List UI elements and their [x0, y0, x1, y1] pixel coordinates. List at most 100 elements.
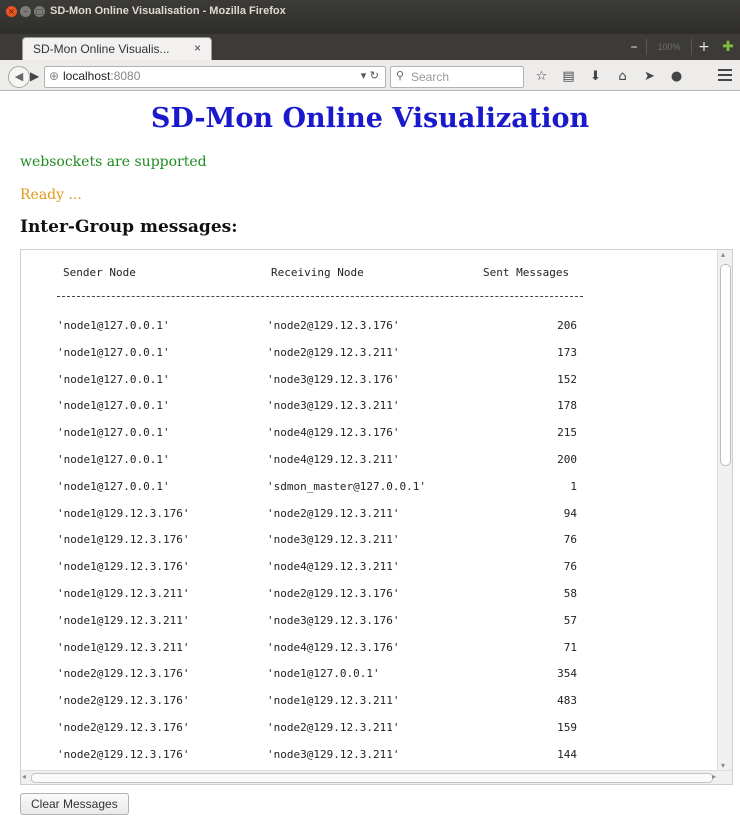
sent-count: 483 [557, 694, 577, 708]
reload-icon[interactable]: ▾ ↻ [361, 69, 379, 82]
header-sender: Sender Node [63, 266, 136, 279]
sender-node: 'node1@129.12.3.211' [57, 613, 190, 627]
search-bar[interactable]: ⚲ Search [390, 66, 524, 88]
sender-node: 'node1@129.12.3.176' [57, 506, 190, 520]
message-row: 'node1@129.12.3.211' 'node3@129.12.3.176'… [21, 614, 715, 632]
browser-tab[interactable]: SD-Mon Online Visualis... × [22, 37, 212, 60]
receiving-node: 'node2@129.12.3.211' [267, 721, 400, 734]
home-icon[interactable]: ⌂ [609, 69, 636, 84]
sent-count: 144 [557, 747, 577, 761]
sender-node: 'node1@127.0.0.1' [57, 426, 170, 440]
receiving-node: 'node3@129.12.3.211' [267, 747, 400, 761]
message-row: 'node2@129.12.3.176' 'node1@127.0.0.1' 354 [21, 667, 715, 685]
window-controls: × – □ [6, 6, 45, 17]
bookmark-star-icon[interactable]: ☆ [528, 69, 555, 84]
pocket-send-icon[interactable]: ➤ [636, 69, 663, 84]
tab-label: SD-Mon Online Visualis... [33, 42, 170, 56]
sender-node: 'node1@129.12.3.211' [57, 587, 190, 600]
sent-count: 94 [563, 506, 577, 520]
messages-textarea[interactable]: Sender Node Receiving Node Sent Messages… [20, 249, 733, 785]
sent-count: 71 [563, 640, 577, 654]
vertical-scroll-thumb[interactable] [720, 264, 731, 466]
receiving-node: 'node2@129.12.3.176' [267, 319, 400, 332]
receiving-node: 'sdmon_master@127.0.0.1' [267, 479, 426, 493]
hamburger-menu-icon[interactable] [718, 69, 732, 81]
receiving-node: 'node1@129.12.3.211' [267, 694, 400, 708]
window-minimize-icon[interactable]: – [20, 6, 31, 17]
sender-node: 'node1@127.0.0.1' [57, 453, 170, 466]
header-separator [57, 296, 583, 297]
site-identity-icon[interactable]: ⊕ [49, 69, 59, 83]
header-receiver: Receiving Node [271, 266, 364, 279]
message-row: 'node1@127.0.0.1' 'node2@129.12.3.211' 173 [21, 346, 715, 364]
sent-count: 159 [557, 721, 577, 734]
sender-node: 'node1@129.12.3.211' [57, 640, 190, 654]
message-row: 'node2@129.12.3.176' 'node1@129.12.3.211'… [21, 694, 715, 712]
sender-node: 'node1@127.0.0.1' [57, 345, 170, 359]
sent-count: 1 [570, 479, 577, 493]
url-host: localhost [63, 69, 111, 83]
page-title: SD-Mon Online Visualization [150, 103, 590, 134]
receiving-node: 'node3@129.12.3.211' [267, 399, 400, 413]
window-title: SD-Mon Online Visualisation - Mozilla Fi… [50, 5, 286, 17]
zoom-in-icon[interactable]: + [692, 39, 716, 55]
scroll-up-icon[interactable]: ▴ [721, 250, 725, 259]
receiving-node: 'node3@129.12.3.211' [267, 533, 400, 547]
zoom-out-icon[interactable]: – [622, 39, 646, 55]
window-maximize-icon[interactable]: □ [34, 6, 45, 17]
back-arrow-icon[interactable]: ◀ [8, 66, 30, 88]
message-row: 'node1@129.12.3.211' 'node2@129.12.3.176'… [21, 587, 715, 605]
sender-node: 'node1@129.12.3.176' [57, 560, 190, 574]
message-row: 'node2@129.12.3.176' 'node3@129.12.3.211'… [21, 748, 715, 766]
receiving-node: 'node4@129.12.3.176' [267, 640, 400, 654]
addon-puzzle-icon[interactable]: ✚ [716, 39, 740, 55]
sender-node: 'node2@129.12.3.176' [57, 721, 190, 734]
scroll-left-icon[interactable]: ◂ [22, 772, 26, 781]
window-titlebar: × – □ SD-Mon Online Visualisation - Mozi… [0, 0, 740, 34]
message-row: 'node1@129.12.3.176' 'node3@129.12.3.211'… [21, 533, 715, 551]
clear-messages-button[interactable]: Clear Messages [20, 793, 129, 815]
vertical-scrollbar[interactable]: ▴ ▾ [717, 250, 732, 770]
message-row: 'node1@127.0.0.1' 'node2@129.12.3.176' 206 [21, 319, 715, 337]
window-close-icon[interactable]: × [6, 6, 17, 17]
search-icon: ⚲ [396, 69, 405, 82]
scroll-down-icon[interactable]: ▾ [721, 761, 725, 770]
sent-count: 76 [563, 560, 577, 574]
horizontal-scrollbar[interactable]: ◂ ▸ [21, 770, 732, 784]
sent-count: 57 [563, 613, 577, 627]
sent-count: 200 [557, 453, 577, 466]
sent-count: 178 [557, 399, 577, 413]
horizontal-scroll-thumb[interactable] [31, 773, 713, 783]
tab-close-icon[interactable]: × [194, 41, 201, 55]
sent-count: 354 [557, 667, 577, 681]
message-row: 'node1@127.0.0.1' 'node4@129.12.3.211' 200 [21, 453, 715, 471]
sent-count: 76 [563, 533, 577, 547]
forward-arrow-icon[interactable]: ▶ [30, 68, 44, 84]
receiving-node: 'node1@127.0.0.1' [267, 667, 380, 681]
receiving-node: 'node2@129.12.3.211' [267, 345, 400, 359]
sender-node: 'node1@127.0.0.1' [57, 372, 170, 386]
receiving-node: 'node4@129.12.3.176' [267, 426, 400, 440]
url-text[interactable]: localhost:8080 [63, 69, 140, 83]
message-row: 'node1@127.0.0.1' 'node3@129.12.3.176' 152 [21, 373, 715, 391]
receiving-node: 'node4@129.12.3.211' [267, 560, 400, 574]
sender-node: 'node2@129.12.3.176' [57, 667, 190, 681]
chat-icon[interactable]: ● [663, 69, 690, 84]
websocket-status: websockets are supported [20, 154, 207, 170]
messages-content: Sender Node Receiving Node Sent Messages… [21, 250, 715, 770]
url-port: :8080 [110, 69, 141, 83]
reading-list-icon[interactable]: ▤ [555, 69, 582, 84]
url-bar[interactable]: ⊕ localhost:8080 ▾ ↻ [44, 66, 386, 88]
header-sent: Sent Messages [483, 266, 570, 279]
download-icon[interactable]: ⬇ [582, 69, 609, 84]
scroll-right-icon[interactable]: ▸ [712, 772, 716, 781]
sent-count: 152 [557, 372, 577, 386]
message-row: 'node1@129.12.3.176' 'node2@129.12.3.211'… [21, 507, 715, 525]
sender-node: 'node1@127.0.0.1' [57, 399, 170, 413]
toolbar-icons: ☆ ▤ ⬇ ⌂ ➤ ● [528, 66, 690, 86]
zoom-level[interactable]: 100% [647, 42, 691, 52]
message-row: 'node1@127.0.0.1' 'node4@129.12.3.176' 215 [21, 426, 715, 444]
message-row: 'node1@127.0.0.1' 'node3@129.12.3.211' 178 [21, 399, 715, 417]
message-row: 'node2@129.12.3.176' 'node2@129.12.3.211'… [21, 721, 715, 739]
message-row: 'node1@129.12.3.211' 'node4@129.12.3.176'… [21, 641, 715, 659]
